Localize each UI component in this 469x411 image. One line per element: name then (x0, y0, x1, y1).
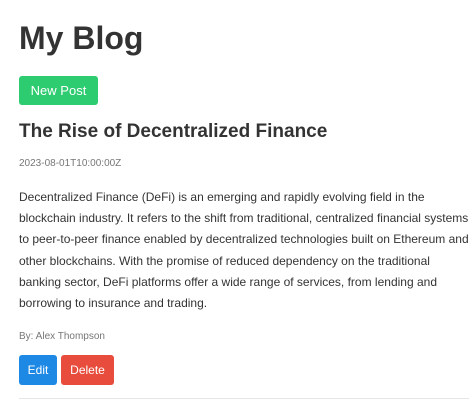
post-divider (19, 398, 469, 399)
page-title: My Blog (19, 20, 144, 56)
delete-button[interactable]: Delete (61, 355, 114, 385)
post-body: Decentralized Finance (DeFi) is an emerg… (19, 190, 469, 311)
post-author: By: Alex Thompson (19, 331, 105, 342)
new-post-button[interactable]: New Post (19, 76, 98, 105)
edit-button[interactable]: Edit (19, 355, 57, 385)
post-date: 2023-08-01T10:00:00Z (19, 158, 122, 169)
post-title: The Rise of Decentralized Finance (19, 121, 328, 142)
